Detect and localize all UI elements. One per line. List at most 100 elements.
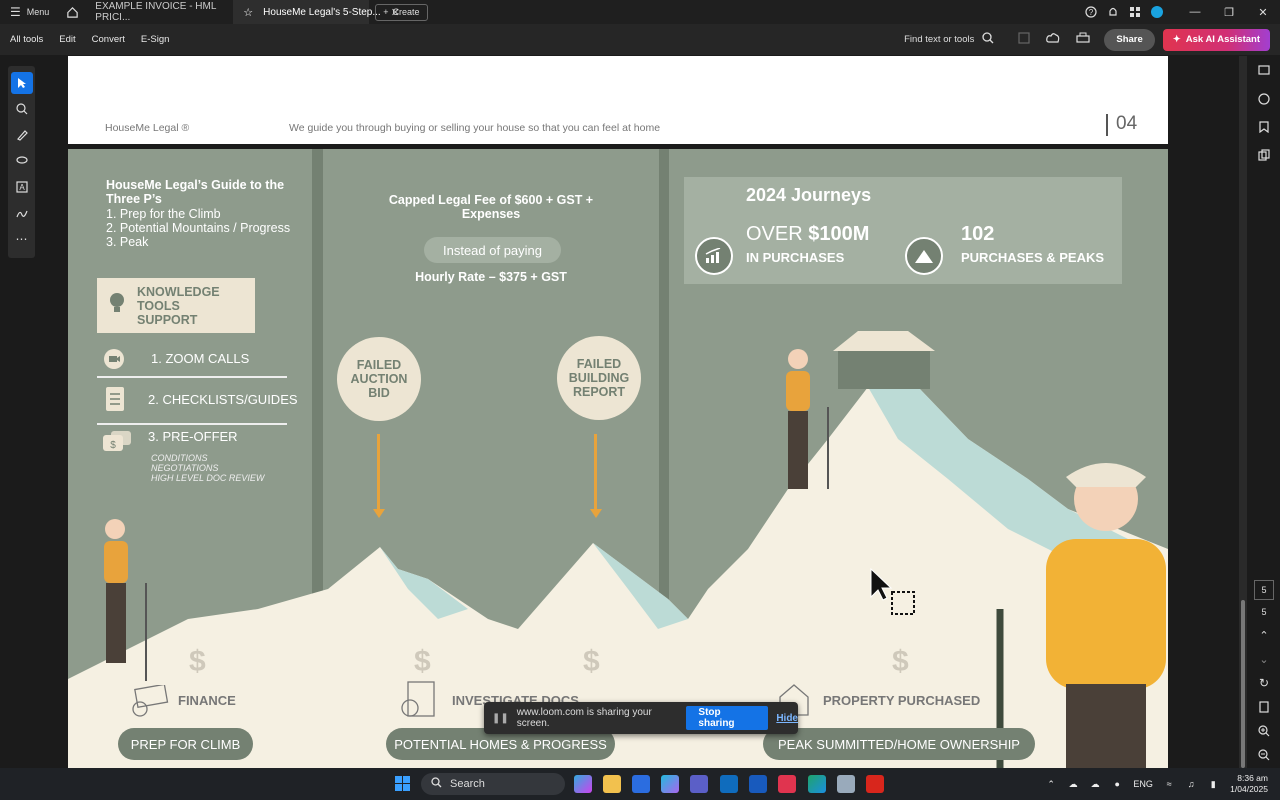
tab-invoice[interactable]: EXAMPLE INVOICE - HML PRICI... [85, 0, 233, 24]
loom-message: www.loom.com is sharing your screen. [516, 707, 652, 729]
notepad-icon[interactable] [837, 775, 855, 793]
hiker-illustration-summit [786, 349, 829, 489]
page-down-icon[interactable]: ⌄ [1253, 648, 1275, 670]
left-tool-rail: A ⋯ [8, 66, 35, 258]
microphone-icon[interactable]: ● [1106, 768, 1128, 800]
ask-ai-assistant-button[interactable]: ✦ Ask AI Assistant [1162, 28, 1270, 51]
chevron-up-icon[interactable]: ⌃ [1040, 768, 1062, 800]
find-text-label[interactable]: Find text or tools [904, 34, 974, 45]
menu-label: Menu [26, 7, 50, 17]
store-icon[interactable] [632, 775, 650, 793]
select-cursor-icon[interactable] [10, 72, 33, 94]
checklist-icon [105, 386, 125, 417]
word-icon[interactable] [749, 775, 767, 793]
system-tray: ⌃ ☁ ☁ ● ENG ≈ ♫ ▮ 8:36 am 1/04/2025 [1040, 768, 1280, 800]
all-tools-menu[interactable]: All tools [0, 34, 43, 45]
edge-icon[interactable] [808, 775, 826, 793]
current-page-field[interactable]: 5 [1254, 580, 1274, 600]
copilot-icon[interactable] [574, 775, 592, 793]
hourly-rate: Hourly Rate – $375 + GST [415, 270, 567, 284]
help-icon[interactable]: ? [1080, 0, 1102, 24]
copilot-app-icon[interactable] [661, 775, 679, 793]
pen-icon[interactable] [11, 124, 33, 146]
outlook-icon[interactable] [720, 775, 738, 793]
language-indicator[interactable]: ENG [1128, 768, 1158, 800]
mouse-pointer-icon [870, 567, 915, 615]
stat-purchases-label: IN PURCHASES [746, 250, 845, 265]
cloud-icon[interactable]: ☁ [1062, 768, 1084, 800]
rotate-icon[interactable]: ↻ [1253, 672, 1275, 694]
search-icon[interactable] [982, 31, 994, 49]
arrowhead [373, 509, 385, 518]
knowledge-line: KNOWLEDGE [137, 284, 220, 299]
upload-cloud-icon[interactable] [1046, 31, 1060, 49]
stat-purchases-value: $100M [808, 223, 870, 245]
file-explorer-icon[interactable] [603, 775, 621, 793]
onedrive-icon[interactable]: ☁ [1084, 768, 1106, 800]
create-button[interactable]: + Create [375, 3, 428, 21]
restore-icon[interactable]: ❐ [1212, 0, 1246, 24]
edit-menu[interactable]: Edit [49, 34, 75, 45]
save-icon[interactable] [1018, 31, 1030, 49]
volume-icon[interactable]: ♫ [1180, 768, 1202, 800]
knowledge-box: KNOWLEDGE TOOLS SUPPORT [97, 278, 255, 333]
finance-label: FINANCE [178, 693, 236, 708]
zoom-out-icon[interactable] [1253, 744, 1275, 766]
taskbar-search[interactable]: Search [421, 773, 565, 795]
home-icon[interactable] [59, 0, 85, 24]
apps-grid-icon[interactable] [1124, 0, 1146, 24]
tools-line: TOOLS [137, 298, 180, 313]
profile-avatar-icon[interactable] [1146, 0, 1168, 24]
minimize-icon[interactable]: — [1178, 0, 1212, 24]
share-button[interactable]: Share [1104, 28, 1155, 51]
teams-icon[interactable] [690, 775, 708, 793]
convert-menu[interactable]: Convert [82, 34, 125, 45]
stop-sharing-button[interactable]: Stop sharing [686, 706, 769, 730]
pdf-slide-infographic: HouseMe Legal’s Guide to the Three P’s 1… [68, 149, 1168, 768]
fit-page-icon[interactable] [1253, 696, 1275, 718]
guide-item-2: 2. Potential Mountains / Progress [106, 221, 291, 235]
page-up-icon[interactable]: ⌃ [1253, 624, 1275, 646]
star-icon[interactable]: ☆ [243, 6, 253, 19]
scrollbar-thumb[interactable] [1241, 600, 1245, 768]
comment-panel-icon[interactable] [1253, 60, 1275, 82]
failed-auction-label: FAILED AUCTION BID [350, 358, 408, 400]
more-options-icon[interactable]: ⋯ [11, 228, 33, 250]
zoom-comment-icon[interactable] [11, 98, 33, 120]
lasso-icon[interactable] [11, 150, 33, 172]
acrobat-icon[interactable] [866, 775, 884, 793]
print-icon[interactable] [1076, 31, 1090, 49]
stat-over-label: OVER [746, 223, 803, 245]
main-toolbar: All tools Edit Convert E-Sign Find text … [0, 24, 1280, 55]
video-app-icon[interactable] [778, 775, 796, 793]
ai-panel-icon[interactable] [1253, 88, 1275, 110]
wifi-icon[interactable]: ≈ [1158, 768, 1180, 800]
zoom-in-icon[interactable] [1253, 720, 1275, 742]
hide-button[interactable]: Hide [776, 713, 798, 724]
footer-brand: HouseMe Legal ® [105, 122, 190, 134]
clock[interactable]: 8:36 am 1/04/2025 [1224, 773, 1280, 795]
windows-start-icon[interactable] [395, 776, 411, 797]
menu-button[interactable]: ☰ Menu [0, 0, 59, 24]
tab-houseme-guide[interactable]: ☆ HouseMe Legal's 5-Step... ✕ [233, 0, 400, 24]
bookmark-icon[interactable] [1253, 116, 1275, 138]
footer-page-number: 04 [1116, 113, 1138, 134]
bell-icon[interactable] [1102, 0, 1124, 24]
failed-building-circle: FAILED BUILDING REPORT [557, 336, 641, 420]
pages-icon[interactable] [1253, 144, 1275, 166]
pdf-page-footer: HouseMe Legal ® We guide you through buy… [68, 56, 1168, 144]
esign-menu[interactable]: E-Sign [131, 34, 170, 45]
hiker-illustration-foreground [996, 463, 1166, 768]
drag-handle-icon[interactable]: ❚❚ [492, 713, 509, 724]
battery-icon[interactable]: ▮ [1202, 768, 1224, 800]
sign-icon[interactable] [11, 202, 33, 224]
text-box-icon[interactable]: A [11, 176, 33, 198]
failed-auction-circle: FAILED AUCTION BID [337, 337, 421, 421]
support-line: SUPPORT [137, 312, 198, 327]
dollar-sign: $ [189, 645, 206, 678]
right-tool-rail [1252, 60, 1276, 166]
journeys-box: 2024 Journeys OVER $100M IN PURCHASES 10… [684, 177, 1122, 284]
close-window-icon[interactable]: ✕ [1246, 0, 1280, 24]
svg-text:?: ? [1089, 8, 1094, 17]
title-bar: ☰ Menu EXAMPLE INVOICE - HML PRICI... ☆ … [0, 0, 1280, 24]
